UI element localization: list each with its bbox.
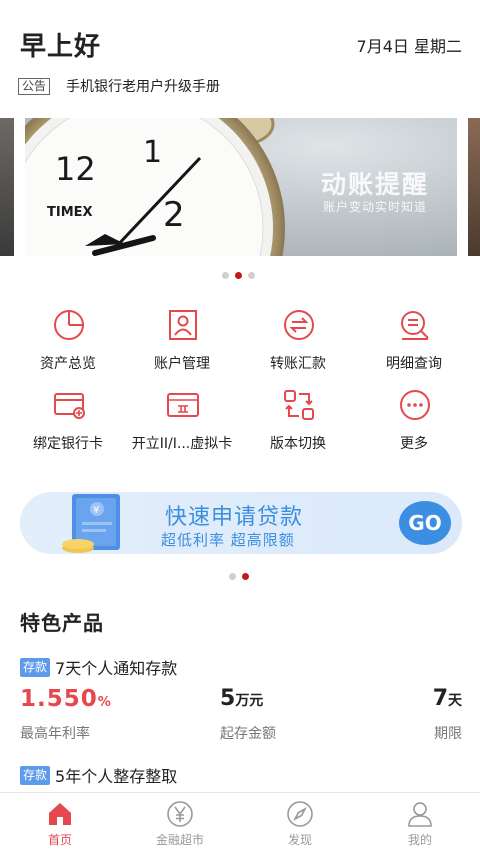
banner-dot-1[interactable] xyxy=(222,272,229,279)
product-badge: 存款 xyxy=(20,657,51,677)
loan-title: 快速申请贷款 xyxy=(165,505,304,530)
tab-mine[interactable]: 我的 xyxy=(360,793,480,854)
product-item-fixed-deposit[interactable]: 存款 5年个人整存整取 xyxy=(20,764,177,786)
product-rate-unit: % xyxy=(97,695,112,710)
tab-finance-market[interactable]: 金融超市 xyxy=(120,793,240,854)
home-icon xyxy=(49,803,71,825)
grid-label: 绑定银行卡 xyxy=(33,436,103,452)
notice-bar[interactable]: 公告 手机银行老用户升级手册 xyxy=(18,74,220,98)
grid-item-detail-query[interactable]: 明细查询 xyxy=(354,308,474,380)
loan-dot-1[interactable] xyxy=(229,573,236,580)
grid-item-transfer[interactable]: 转账汇款 xyxy=(238,308,358,380)
banner-carousel[interactable]: 12 1 2 TIMEX 动账提醒 账户变动实时知道 xyxy=(0,118,480,256)
notice-text[interactable]: 手机银行老用户升级手册 xyxy=(66,76,220,96)
loan-subtitle: 超低利率 超高限额 xyxy=(161,531,295,549)
loan-dot-2[interactable] xyxy=(242,573,249,580)
grid-label: 资产总览 xyxy=(40,356,96,372)
tab-label: 我的 xyxy=(407,833,432,847)
loan-pagination xyxy=(229,573,249,580)
grid-label: 明细查询 xyxy=(386,356,442,372)
grid-label: 开立II/I...虚拟卡 xyxy=(131,436,233,452)
grid-item-asset-overview[interactable]: 资产总览 xyxy=(8,308,128,380)
product-name[interactable]: 7天个人通知存款 xyxy=(55,655,177,679)
tab-home[interactable]: 首页 xyxy=(0,793,120,854)
product-name[interactable]: 5年个人整存整取 xyxy=(55,763,177,787)
bind-card-icon xyxy=(54,393,85,419)
product-rate: 1.550% xyxy=(20,686,112,712)
banner-title: 动账提醒 xyxy=(321,170,430,199)
product-min-label: 起存金额 xyxy=(220,726,276,742)
banner-slide[interactable]: 12 1 2 TIMEX 动账提醒 账户变动实时知道 xyxy=(25,118,457,256)
banner-dot-3[interactable] xyxy=(248,272,255,279)
tab-label: 首页 xyxy=(47,833,72,847)
version-switch-icon xyxy=(284,390,314,420)
product-term-unit: 天 xyxy=(448,693,462,709)
grid-item-virtual-card[interactable]: 开立II/I...虚拟卡 xyxy=(122,388,242,460)
banner-subtitle: 账户变动实时知道 xyxy=(323,200,428,214)
user-icon xyxy=(408,802,432,827)
grid-label: 版本切换 xyxy=(270,436,326,452)
date-display: 7月4日 星期二 xyxy=(356,37,462,56)
clock-numeral-2: 2 xyxy=(163,195,185,235)
compass-icon xyxy=(287,801,313,827)
pie-chart-icon xyxy=(54,310,84,340)
product-term-label: 期限 xyxy=(434,726,462,742)
clock-numeral-1: 1 xyxy=(143,135,162,170)
greeting: 早上好 xyxy=(20,32,102,62)
clock-numeral-12: 12 xyxy=(55,150,96,188)
loan-go-button[interactable]: GO xyxy=(399,501,451,545)
notice-tag: 公告 xyxy=(18,77,51,95)
banner-dot-2[interactable] xyxy=(235,272,242,279)
product-badge: 存款 xyxy=(20,765,51,785)
banner-pagination xyxy=(222,272,255,279)
grid-label: 账户管理 xyxy=(154,356,210,372)
product-item-notice-deposit[interactable]: 存款 7天个人通知存款 xyxy=(20,656,177,678)
product-rate-label: 最高年利率 xyxy=(20,726,90,742)
tab-label: 金融超市 xyxy=(155,833,204,847)
clock-brand: TIMEX xyxy=(47,205,93,220)
product-rate-value: 1.550 xyxy=(20,686,98,712)
grid-item-version-switch[interactable]: 版本切换 xyxy=(238,388,358,460)
bottom-tab-bar: 首页 金融超市 发现 我的 xyxy=(0,792,480,854)
header: 早上好 7月4日 星期二 xyxy=(0,0,480,70)
grid-label: 转账汇款 xyxy=(270,356,326,372)
grid-label: 更多 xyxy=(400,436,428,452)
yuan-icon xyxy=(167,801,193,827)
banner-next-peek[interactable] xyxy=(468,118,480,256)
featured-title: 特色产品 xyxy=(20,611,104,635)
product-term-value: 7 xyxy=(432,686,448,711)
tab-discover[interactable]: 发现 xyxy=(240,793,360,854)
account-card-icon xyxy=(169,310,197,340)
tab-label: 发现 xyxy=(287,833,312,847)
grid-item-more[interactable]: 更多 xyxy=(354,388,474,460)
product-min-unit: 万元 xyxy=(235,693,264,709)
virtual-card-icon xyxy=(167,393,199,417)
product-term: 7天 xyxy=(433,686,462,711)
loan-document-symbol: ¥ xyxy=(93,505,99,516)
banner-prev-peek[interactable] xyxy=(0,118,14,256)
detail-search-icon xyxy=(401,311,429,340)
more-icon xyxy=(400,390,430,420)
product-min-amount: 5万元 xyxy=(220,686,263,711)
grid-item-bind-card[interactable]: 绑定银行卡 xyxy=(8,388,128,460)
loan-document-icon: ¥ xyxy=(62,494,120,553)
loan-banner[interactable]: ¥ 快速申请贷款 超低利率 超高限额 GO xyxy=(20,492,462,554)
transfer-icon xyxy=(284,310,314,340)
product-min-value: 5 xyxy=(220,686,236,711)
grid-item-account-management[interactable]: 账户管理 xyxy=(122,308,242,380)
